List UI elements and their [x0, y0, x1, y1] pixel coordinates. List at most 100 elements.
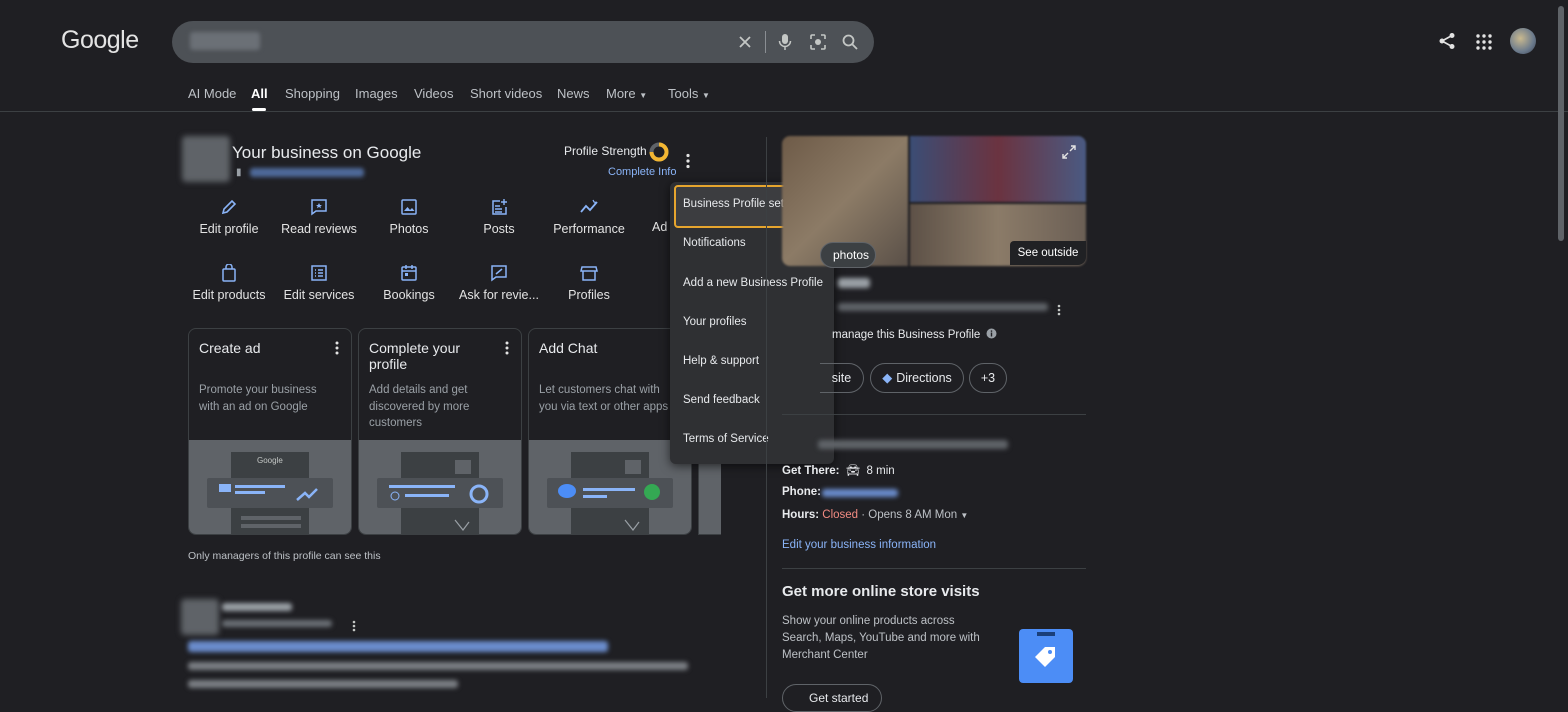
more-options-icon[interactable]: [685, 153, 691, 174]
list-icon: [274, 262, 364, 284]
business-name-blurred: [250, 168, 364, 177]
clear-icon[interactable]: [734, 31, 756, 53]
menu-item-terms-of-service[interactable]: Terms of Service: [683, 433, 769, 445]
photos-action[interactable]: Photos: [364, 196, 454, 236]
share-icon[interactable]: [1438, 32, 1456, 55]
photos-button[interactable]: photos: [820, 242, 876, 268]
chevron-down-icon: ▼: [960, 511, 969, 520]
bookings-action[interactable]: Bookings: [364, 262, 454, 302]
manage-profile-text: manage this Business Profile: [832, 329, 981, 341]
panel-divider: [782, 568, 1086, 569]
business-category-blurred: [838, 303, 1048, 311]
menu-item-notifications[interactable]: Notifications: [683, 237, 746, 249]
edit-profile-action[interactable]: Edit profile: [184, 196, 274, 236]
action-label: Posts: [483, 222, 515, 236]
tab-tools[interactable]: Tools ▼: [668, 86, 710, 101]
profile-strength-label[interactable]: Profile Strength: [564, 144, 647, 158]
search-query-blurred[interactable]: [190, 32, 260, 50]
profiles-action[interactable]: Profiles: [544, 262, 634, 302]
tab-ai-mode[interactable]: AI Mode: [188, 86, 236, 101]
result-site-name-blurred[interactable]: [222, 603, 292, 611]
menu-item-your-profiles[interactable]: Your profiles: [683, 316, 747, 328]
card-illustration: [359, 440, 521, 534]
directions-chip[interactable]: ◆ Directions: [870, 363, 964, 393]
result-favicon[interactable]: [181, 599, 219, 635]
business-name-blurred: [838, 278, 870, 288]
tab-videos[interactable]: Videos: [414, 86, 454, 101]
lens-icon[interactable]: [807, 31, 829, 53]
tab-news[interactable]: News: [557, 86, 590, 101]
managers-note: Only managers of this profile can see th…: [188, 550, 381, 562]
get-there-row: Get There: 🚘︎ 8 min: [782, 463, 895, 477]
result-snippet-blurred: [188, 662, 688, 670]
complete-info-link[interactable]: Complete Info: [608, 166, 676, 178]
website-chip[interactable]: site: [820, 363, 864, 393]
result-url-blurred[interactable]: [222, 620, 332, 627]
search-divider: [765, 31, 766, 53]
directions-label: Directions: [896, 371, 952, 385]
more-options-icon[interactable]: [505, 341, 509, 360]
get-started-button[interactable]: Get started: [782, 684, 882, 712]
rate-review-icon: [454, 262, 544, 284]
get-there-label: Get There:: [782, 465, 840, 477]
tab-short-videos[interactable]: Short videos: [470, 86, 542, 101]
posts-action[interactable]: Posts: [454, 196, 544, 236]
page-scrollbar[interactable]: [1558, 6, 1564, 241]
ask-for-reviews-action[interactable]: Ask for revie...: [454, 262, 544, 302]
menu-item-add-business-profile[interactable]: Add a new Business Profile: [683, 277, 823, 289]
expand-icon[interactable]: [1061, 144, 1077, 165]
hours-row[interactable]: Hours: Closed · Opens 8 AM Mon ▼: [782, 509, 968, 521]
more-options-icon[interactable]: [1057, 303, 1061, 321]
bar-chart-icon: ▮: [236, 167, 242, 178]
google-logo[interactable]: Google: [61, 26, 139, 55]
travel-time[interactable]: 8 min: [867, 465, 895, 477]
action-label: Profiles: [568, 288, 610, 302]
phone-row: Phone:: [782, 486, 898, 498]
directions-icon: ◆: [882, 370, 893, 385]
add-chat-card[interactable]: Add Chat Let customers chat with you via…: [528, 328, 692, 535]
create-ad-card[interactable]: Create ad Promote your business with an …: [188, 328, 352, 535]
menu-item-help-support[interactable]: Help & support: [683, 355, 759, 367]
header-divider: [0, 111, 1568, 112]
tab-shopping[interactable]: Shopping: [285, 86, 340, 101]
result-snippet-blurred: [188, 680, 458, 688]
business-thumbnail[interactable]: [182, 136, 230, 182]
business-photo-2[interactable]: [910, 136, 1086, 202]
trending-icon: [544, 196, 634, 218]
tab-more[interactable]: More ▼: [606, 86, 647, 101]
tab-all[interactable]: All: [251, 86, 268, 101]
read-reviews-action[interactable]: Read reviews: [274, 196, 364, 236]
search-bar[interactable]: [172, 21, 874, 63]
see-outside-button[interactable]: See outside: [1010, 241, 1086, 265]
edit-business-info-link[interactable]: Edit your business information: [782, 539, 936, 551]
storefront-icon: [544, 262, 634, 284]
info-icon[interactable]: [986, 326, 997, 344]
tab-tools-label: Tools: [668, 86, 699, 101]
edit-products-action[interactable]: Edit products: [184, 262, 274, 302]
complete-profile-card[interactable]: Complete your profile Add details and ge…: [358, 328, 522, 535]
performance-action[interactable]: Performance: [544, 196, 634, 236]
profile-strength-ring-icon[interactable]: [649, 142, 669, 167]
review-icon: [274, 196, 364, 218]
avatar[interactable]: [1510, 28, 1536, 54]
action-label: Bookings: [383, 288, 435, 302]
business-subtitle[interactable]: ▮: [236, 167, 364, 178]
more-options-icon[interactable]: [352, 619, 356, 637]
card-title: Complete your profile: [369, 340, 461, 372]
tab-images[interactable]: Images: [355, 86, 398, 101]
result-title-blurred[interactable]: [188, 641, 608, 652]
edit-services-action[interactable]: Edit services: [274, 262, 364, 302]
menu-item-send-feedback[interactable]: Send feedback: [683, 394, 760, 406]
mic-icon[interactable]: [774, 31, 796, 53]
chevron-down-icon: ▼: [701, 91, 710, 100]
action-label: Photos: [389, 222, 429, 236]
card-title: Create ad: [199, 340, 261, 356]
more-actions-chip[interactable]: +3: [969, 363, 1007, 393]
merchant-tag-icon: [1019, 629, 1073, 683]
more-options-icon[interactable]: [335, 341, 339, 360]
search-icon[interactable]: [839, 31, 861, 53]
address-blurred[interactable]: [818, 440, 1008, 449]
advertise-action[interactable]: Ad: [652, 220, 670, 234]
apps-icon[interactable]: [1476, 34, 1492, 55]
phone-number-blurred[interactable]: [822, 489, 898, 497]
